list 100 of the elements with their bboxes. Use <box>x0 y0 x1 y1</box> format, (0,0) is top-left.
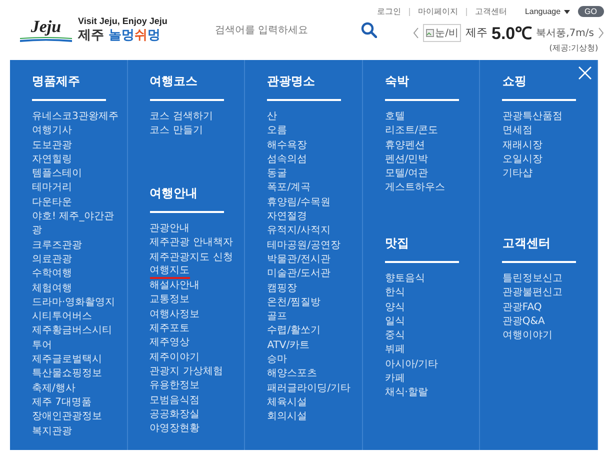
menu-link[interactable]: 드라마·영화촬영지 <box>32 296 120 310</box>
menu-link[interactable]: 제주관광 안내책자 <box>150 236 238 251</box>
menu-link[interactable]: 여행기사 <box>32 124 120 139</box>
menu-link[interactable]: 휴양림/수목원 <box>267 196 356 210</box>
menu-link[interactable]: 여행사정보 <box>150 308 238 322</box>
menu-link[interactable]: 제주황금버스시티투어 <box>32 324 120 354</box>
menu-link[interactable]: 면세점 <box>502 124 590 139</box>
menu-link[interactable]: 제주 7대명품 <box>32 396 120 410</box>
menu-link[interactable]: 도보관광 <box>32 138 120 153</box>
menu-link[interactable]: 모텔/여관 <box>384 167 473 182</box>
menu-link[interactable]: 오름 <box>267 124 356 139</box>
menu-link[interactable]: 테마거리 <box>32 181 120 196</box>
menu-link[interactable]: 뷔페 <box>384 343 473 358</box>
menu-link[interactable]: 한식 <box>384 286 473 301</box>
top-link[interactable]: 마이페이지 <box>418 6 458 17</box>
menu-link[interactable]: 체험여행 <box>32 282 120 296</box>
menu-link[interactable]: 틀린정보신고 <box>502 272 590 286</box>
menu-link[interactable]: 여행지도 <box>150 264 190 280</box>
menu-link[interactable]: 미술관/도서관 <box>267 267 356 282</box>
menu-link[interactable]: 해양스포츠 <box>267 367 356 382</box>
menu-link[interactable]: 제주글로벌택시 <box>32 353 120 368</box>
caret-icon[interactable] <box>564 10 570 14</box>
menu-link[interactable]: 제주영상 <box>150 336 238 351</box>
menu-link[interactable]: 오일시장 <box>502 152 590 168</box>
menu-link[interactable]: 향토음식 <box>384 272 473 286</box>
menu-link[interactable]: 코스 검색하기 <box>150 110 238 124</box>
menu-link[interactable]: 박물관/전시관 <box>267 252 356 268</box>
menu-link[interactable]: 의료관광 <box>32 252 120 268</box>
menu-link[interactable]: 카페 <box>384 372 473 386</box>
menu-link[interactable]: 관광불편신고 <box>502 286 590 301</box>
menu-heading: 여행코스 <box>150 74 224 101</box>
menu-link[interactable]: 제주관광지도 신청 <box>150 250 238 265</box>
menu-link[interactable]: 회의시설 <box>267 410 356 425</box>
menu-link[interactable]: 교통정보 <box>150 293 238 308</box>
menu-link[interactable]: 자연절경 <box>267 210 356 224</box>
menu-link[interactable]: 복지관광 <box>32 424 120 439</box>
menu-link[interactable]: 해수욕장 <box>267 138 356 153</box>
menu-link[interactable]: 관광Q&A <box>502 314 590 330</box>
menu-link[interactable]: 야영장현황 <box>150 422 238 436</box>
language-select[interactable]: Language <box>524 7 570 16</box>
menu-link[interactable]: 코스 만들기 <box>150 124 238 139</box>
menu-link[interactable]: 시티투어버스 <box>32 310 120 324</box>
menu-link[interactable]: 특산물쇼핑정보 <box>32 367 120 382</box>
menu-link[interactable]: 모범음식점 <box>150 394 238 408</box>
menu-link[interactable]: 온천/찜질방 <box>267 296 356 310</box>
menu-link[interactable]: 장애인관광정보 <box>32 410 120 425</box>
menu-link[interactable]: 패러글라이딩/기타 <box>267 382 356 396</box>
menu-link[interactable]: 호텔 <box>384 110 473 124</box>
menu-link[interactable]: 유네스코3관왕제주 <box>32 110 120 124</box>
menu-link[interactable]: 유적지/사적지 <box>267 224 356 239</box>
menu-link[interactable]: 폭포/계곡 <box>267 181 356 196</box>
menu-link[interactable]: 골프 <box>267 310 356 324</box>
menu-link[interactable]: 축제/행사 <box>32 382 120 396</box>
menu-link[interactable]: 캠핑장 <box>267 282 356 296</box>
menu-link[interactable]: 제주이야기 <box>150 350 238 365</box>
menu-link[interactable]: 채식·할랄 <box>384 386 473 401</box>
menu-link[interactable]: 야호! 제주_야간관광 <box>32 210 120 239</box>
menu-link[interactable]: 기타샵 <box>502 167 590 182</box>
menu-link[interactable]: 템플스테이 <box>32 167 120 182</box>
menu-link[interactable]: 수렵/활쏘기 <box>267 324 356 339</box>
search-icon[interactable] <box>360 22 377 38</box>
menu-link[interactable]: 펜션/민박 <box>384 152 473 168</box>
menu-link[interactable]: 테마공원/공연장 <box>267 238 356 253</box>
menu-link[interactable]: 섬속의섬 <box>267 152 356 168</box>
menu-link[interactable]: 중식 <box>384 329 473 344</box>
menu-link[interactable]: 관광지 가상체험 <box>150 364 238 380</box>
chevron-right-icon[interactable] <box>598 26 604 38</box>
menu-link[interactable]: 리조트/콘도 <box>384 124 473 139</box>
menu-link[interactable]: 일식 <box>384 314 473 330</box>
menu-link[interactable]: 양식 <box>384 300 473 315</box>
menu-link[interactable]: 공공화장실 <box>150 408 238 422</box>
menu-link[interactable]: 해설사안내 <box>150 279 238 294</box>
menu-link[interactable]: 관광안내 <box>150 222 238 236</box>
menu-link[interactable]: 승마 <box>267 353 356 368</box>
menu-link[interactable]: 크루즈관광 <box>32 238 120 253</box>
close-icon[interactable] <box>578 66 592 80</box>
menu-link[interactable]: 유용한정보 <box>150 379 238 394</box>
menu-link[interactable]: 휴양펜션 <box>384 138 473 153</box>
menu-link[interactable]: 산 <box>267 110 356 124</box>
menu-link[interactable]: 수학여행 <box>32 267 120 282</box>
menu-link[interactable]: 제주포토 <box>150 322 238 336</box>
menu-link[interactable]: 게스트하우스 <box>384 181 473 196</box>
wind-info: 북서풍,7m/s <box>536 26 594 40</box>
menu-link[interactable]: 다운타운 <box>32 196 120 210</box>
menu-link[interactable]: 관광특산품점 <box>502 110 590 124</box>
top-link[interactable]: 고객센터 <box>474 6 507 17</box>
menu-link[interactable]: ATV/카트 <box>267 338 356 354</box>
menu-link[interactable]: 아시아/기타 <box>384 358 473 372</box>
go-button[interactable]: GO <box>578 6 604 17</box>
temperature: 5.0℃ <box>491 23 532 44</box>
search-field[interactable]: 검색어를 입력하세요 <box>212 24 347 36</box>
logo-text[interactable]: Jeju <box>30 18 62 36</box>
menu-link[interactable]: 여행이야기 <box>502 329 590 344</box>
menu-link[interactable]: 재래시장 <box>502 138 590 153</box>
chevron-left-icon[interactable] <box>413 26 420 38</box>
menu-link[interactable]: 체육시설 <box>267 396 356 410</box>
menu-link[interactable]: 관광FAQ <box>502 300 590 315</box>
menu-link[interactable]: 동굴 <box>267 167 356 182</box>
menu-link[interactable]: 자연힐링 <box>32 152 120 168</box>
top-link[interactable]: 로그인 <box>376 6 401 17</box>
